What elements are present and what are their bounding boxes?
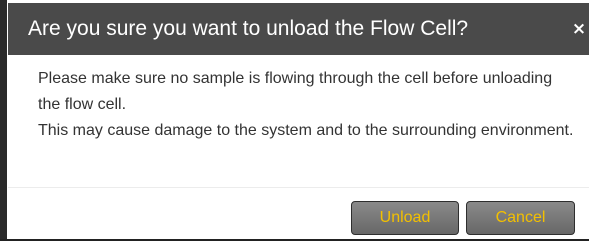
unload-flow-cell-dialog: Are you sure you want to unload the Flow… — [8, 0, 589, 241]
unload-button[interactable]: Unload — [351, 201, 459, 235]
warning-message-1: Please make sure no sample is flowing th… — [38, 70, 553, 113]
dialog-header: Are you sure you want to unload the Flow… — [8, 3, 589, 55]
background-window-edge — [0, 0, 7, 241]
close-icon[interactable]: × — [571, 17, 587, 41]
cancel-button[interactable]: Cancel — [466, 201, 575, 235]
warning-message-2: This may cause damage to the system and … — [38, 122, 574, 139]
dialog-title: Are you sure you want to unload the Flow… — [28, 17, 469, 40]
dialog-body: Please make sure no sample is flowing th… — [38, 66, 578, 144]
app-frame: Are you sure you want to unload the Flow… — [0, 0, 589, 241]
footer-divider — [8, 187, 589, 188]
